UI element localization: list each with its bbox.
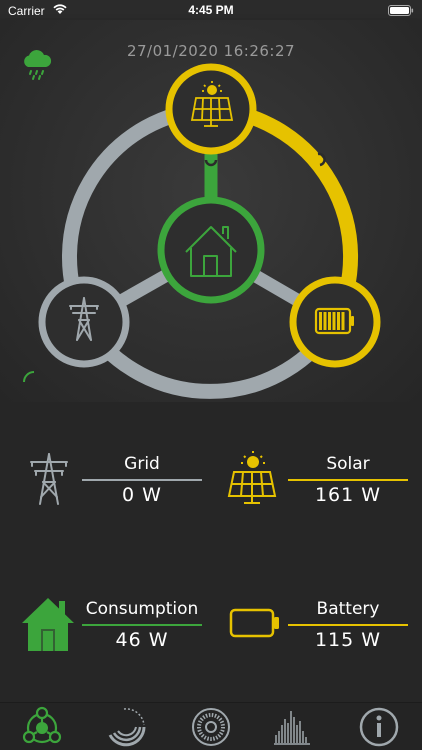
tab-gauge-icon[interactable] [104,705,148,749]
solar-label: Solar [326,454,370,474]
tab-bar [0,702,422,750]
solar-underline [288,479,408,481]
status-bar: Carrier 4:45 PM [0,0,422,20]
battery-label: Battery [316,599,380,619]
status-battery-icon [388,5,414,16]
loading-spinner [23,371,35,383]
energy-flow-panel: 27/01/2020 16:26:27 [0,20,422,402]
house-icon [22,598,74,651]
solar-panel-icon [227,451,277,504]
battery-underline [288,624,408,626]
grid-underline [82,479,202,481]
grid-value: 0 W [122,484,162,506]
battery-icon [229,608,279,638]
grid-node [38,276,130,368]
energy-flow-diagram [23,63,381,399]
grid-label: Grid [124,454,160,474]
consumption-value: 46 W [115,629,169,651]
consumption-label: Consumption [85,599,199,619]
consumption-underline [82,624,202,626]
tab-info-icon[interactable] [357,705,401,749]
home-node [157,196,265,304]
grid-pylon-icon [30,453,68,505]
stats-panel: Grid 0 W Solar 161 W Consumption 46 W Ba… [0,402,422,702]
battery-value: 115 W [314,629,382,651]
status-time: 4:45 PM [188,3,234,17]
tab-radial-history-icon[interactable] [189,705,233,749]
tab-energy-flow-icon[interactable] [20,705,64,749]
tab-bar-histogram-icon[interactable] [270,705,314,749]
solar-value: 161 W [314,484,382,506]
